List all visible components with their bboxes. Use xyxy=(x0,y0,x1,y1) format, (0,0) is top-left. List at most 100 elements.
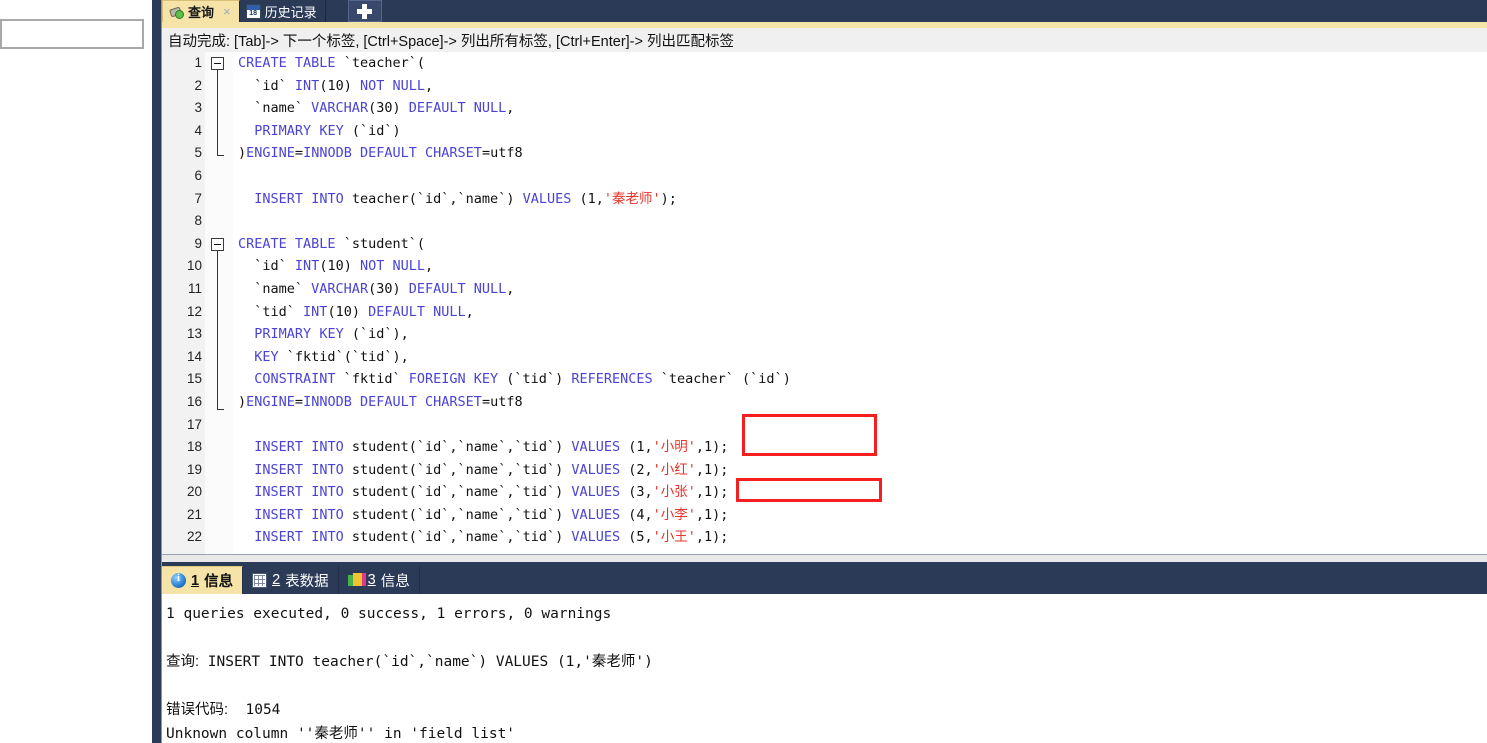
result-tab-2-label: 表数据 xyxy=(285,573,329,590)
plus-icon xyxy=(357,3,373,19)
line-number: 21 xyxy=(186,506,202,522)
line-number: 20 xyxy=(186,484,202,500)
left-text-field[interactable] xyxy=(0,19,144,49)
code-line: 15 CONSTRAINT `fktid` FOREIGN KEY (`tid`… xyxy=(162,368,1487,391)
code-line: 13 PRIMARY KEY (`id`), xyxy=(162,323,1487,346)
code-line: 3 `name` VARCHAR(30) DEFAULT NULL, xyxy=(162,97,1487,120)
code-line: 19 INSERT INTO student(`id`,`name`,`tid`… xyxy=(162,459,1487,482)
left-pane xyxy=(0,0,152,743)
code-line: 2 `id` INT(10) NOT NULL, xyxy=(162,75,1487,98)
code-text: INSERT INTO student(`id`,`name`,`tid`) V… xyxy=(254,461,729,478)
autocomplete-hint-text: 自动完成: [Tab]-> 下一个标签, [Ctrl+Space]-> 列出所有… xyxy=(168,33,735,50)
execution-summary: 1 queries executed, 0 success, 1 errors,… xyxy=(166,606,612,622)
code-text: INSERT INTO student(`id`,`name`,`tid`) V… xyxy=(254,484,729,501)
result-tab-1-label: 信息 xyxy=(204,574,234,590)
query-echo-label: 查询: xyxy=(166,654,200,670)
tab-history[interactable]: 历史记录 xyxy=(240,0,326,22)
line-number: 2 xyxy=(194,77,202,93)
code-text: PRIMARY KEY (`id`), xyxy=(254,326,409,343)
line-number: 3 xyxy=(194,100,202,116)
code-text: CREATE TABLE `student`( xyxy=(238,235,425,252)
code-text: INSERT INTO student(`id`,`name`,`tid`) V… xyxy=(254,506,729,523)
line-number: 12 xyxy=(186,303,202,319)
line-number: 10 xyxy=(186,258,202,274)
code-line: 22 INSERT INTO student(`id`,`name`,`tid`… xyxy=(162,526,1487,549)
line-number: 5 xyxy=(194,145,202,161)
code-line: 21 INSERT INTO student(`id`,`name`,`tid`… xyxy=(162,504,1487,527)
code-line: 4 PRIMARY KEY (`id`) xyxy=(162,120,1487,143)
code-line: 7 INSERT INTO teacher(`id`,`name`) VALUE… xyxy=(162,188,1487,211)
code-text: INSERT INTO student(`id`,`name`,`tid`) V… xyxy=(254,439,729,456)
error-detail-line: Unknown column ''秦老师'' in 'field list' xyxy=(166,726,516,742)
panel-divider xyxy=(152,0,162,743)
tab-query-label: 查询 xyxy=(188,5,215,20)
error-code-value: 1054 xyxy=(228,702,281,718)
code-text: `name` VARCHAR(30) DEFAULT NULL, xyxy=(238,280,515,297)
calendar-icon xyxy=(245,3,261,19)
line-number: 7 xyxy=(194,190,202,206)
line-number: 13 xyxy=(186,326,202,342)
code-line: 16 )ENGINE=INNODB DEFAULT CHARSET=utf8 xyxy=(162,391,1487,414)
code-text: PRIMARY KEY (`id`) xyxy=(254,122,401,139)
code-text: `name` VARCHAR(30) DEFAULT NULL, xyxy=(238,100,515,117)
code-line: 18 INSERT INTO student(`id`,`name`,`tid`… xyxy=(162,436,1487,459)
query-icon xyxy=(169,4,184,19)
query-echo-text: INSERT INTO teacher(`id`,`name`) VALUES … xyxy=(199,654,653,670)
sql-code-editor[interactable]: 1 CREATE TABLE `teacher`( 2 `id` INT(10) N… xyxy=(162,52,1487,554)
code-text: `id` INT(10) NOT NULL, xyxy=(238,258,434,275)
code-line: 14 KEY `fktid`(`tid`), xyxy=(162,346,1487,369)
results-splitter[interactable] xyxy=(162,554,1487,562)
line-number: 1 xyxy=(194,55,202,70)
tab-query[interactable]: 查询 × xyxy=(162,0,240,22)
spacer-line-2 xyxy=(166,674,1487,698)
line-number: 11 xyxy=(187,280,202,296)
code-text: CREATE TABLE `teacher`( xyxy=(238,55,425,71)
code-line: 6 xyxy=(162,165,1487,188)
close-icon[interactable]: × xyxy=(223,4,231,19)
result-tab-info-1[interactable]: 1 信息 xyxy=(162,566,244,594)
code-line: 17 xyxy=(162,414,1487,437)
message-output-panel: 1 queries executed, 0 success, 1 errors,… xyxy=(162,594,1487,743)
code-text: )ENGINE=INNODB DEFAULT CHARSET=utf8 xyxy=(238,393,523,410)
code-lines: 1 CREATE TABLE `teacher`( 2 `id` INT(10) N… xyxy=(162,52,1487,554)
query-echo-line: 查询: INSERT INTO teacher(`id`,`name`) VAL… xyxy=(166,650,1487,674)
code-text: INSERT INTO teacher(`id`,`name`) VALUES … xyxy=(254,190,677,207)
line-number: 17 xyxy=(186,416,202,432)
autocomplete-hint-bar: 自动完成: [Tab]-> 下一个标签, [Ctrl+Space]-> 列出所有… xyxy=(162,28,1487,52)
code-line: 5 )ENGINE=INNODB DEFAULT CHARSET=utf8 xyxy=(162,142,1487,165)
new-tab-button[interactable] xyxy=(347,0,382,22)
line-number: 19 xyxy=(186,461,202,477)
tab-history-label: 历史记录 xyxy=(264,4,317,20)
line-number: 4 xyxy=(194,122,202,138)
spacer-line-1 xyxy=(166,626,1487,650)
line-number: 14 xyxy=(186,348,202,364)
line-number: 16 xyxy=(186,393,202,409)
line-number: 8 xyxy=(194,213,202,229)
code-line: 8 xyxy=(162,210,1487,233)
code-line: 20 INSERT INTO student(`id`,`name`,`tid`… xyxy=(162,481,1487,504)
results-tab-bar: 1 信息 2 表数据 3 信息 xyxy=(162,562,1487,594)
code-text: `tid` INT(10) DEFAULT NULL, xyxy=(238,303,474,320)
code-line: 1 CREATE TABLE `teacher`( xyxy=(162,52,1487,75)
line-number: 15 xyxy=(186,371,202,387)
error-code-line: 错误代码: 1054 xyxy=(166,698,1487,722)
line-number: 18 xyxy=(186,439,202,455)
line-number: 22 xyxy=(186,529,202,545)
result-tab-info-3[interactable]: 3 信息 xyxy=(339,566,420,594)
result-tab-table-data[interactable]: 2 表数据 xyxy=(243,566,339,594)
code-line: 12 `tid` INT(10) DEFAULT NULL, xyxy=(162,301,1487,324)
info-icon xyxy=(171,572,186,588)
chart-icon xyxy=(347,572,366,588)
result-tab-1-num: 1 xyxy=(191,572,200,589)
error-code-label: 错误代码: xyxy=(166,702,229,718)
code-line: 9 CREATE TABLE `student`( xyxy=(162,233,1487,256)
code-text: KEY `fktid`(`tid`), xyxy=(254,348,409,365)
editor-tab-bar: 查询 × 历史记录 xyxy=(162,0,1487,22)
line-number: 6 xyxy=(194,167,202,183)
code-text: INSERT INTO student(`id`,`name`,`tid`) V… xyxy=(254,529,729,546)
result-tab-3-num: 3 xyxy=(367,572,376,588)
grid-icon xyxy=(252,572,268,588)
code-text: )ENGINE=INNODB DEFAULT CHARSET=utf8 xyxy=(238,145,523,162)
result-tab-2-num: 2 xyxy=(272,572,281,588)
code-text: `id` INT(10) NOT NULL, xyxy=(238,77,434,94)
